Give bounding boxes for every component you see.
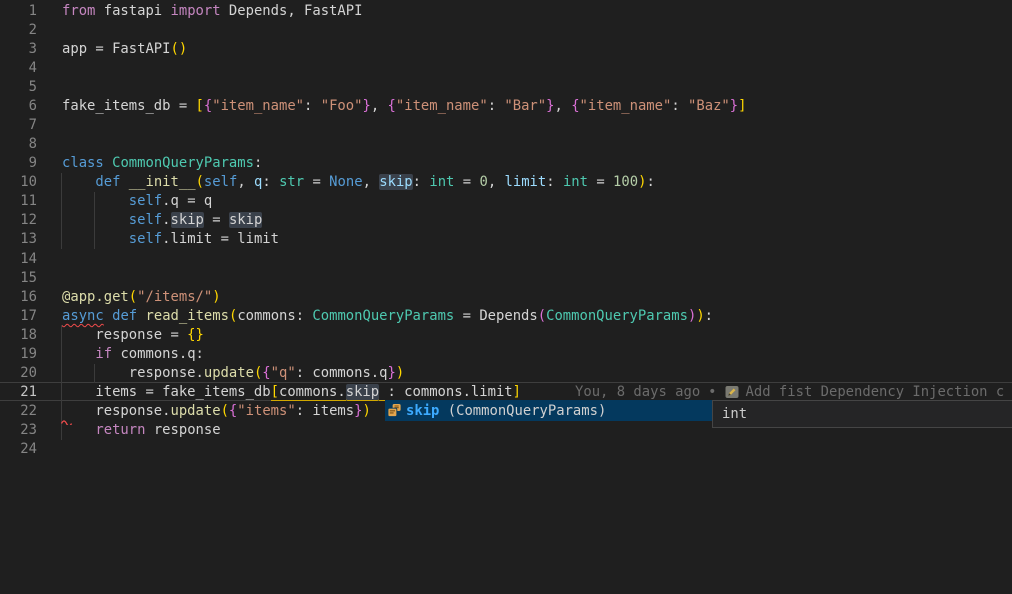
line-number-14[interactable]: 14 <box>0 251 37 267</box>
suggestion-doc-panel: int <box>712 400 1012 428</box>
code-text: async def read_items(commons: CommonQuer… <box>62 308 713 324</box>
suggestion-detail <box>439 403 447 419</box>
code-text: items = fake_items_db[commons.skip : com… <box>62 384 521 401</box>
code-line-10[interactable]: 10 def __init__(self, q: str = None, ski… <box>0 173 1012 192</box>
line-number-19[interactable]: 19 <box>0 346 37 362</box>
code-text: if commons.q: <box>62 346 204 362</box>
line-number-20[interactable]: 20 <box>0 365 37 381</box>
code-line-5[interactable]: 5 <box>0 77 1012 96</box>
line-number-7[interactable]: 7 <box>0 117 37 133</box>
line-number-15[interactable]: 15 <box>0 270 37 286</box>
line-number-1[interactable]: 1 <box>0 3 37 19</box>
code-line-19[interactable]: 19 if commons.q: <box>0 344 1012 363</box>
code-line-11[interactable]: 11 self.q = q <box>0 192 1012 211</box>
code-text: self.skip = skip <box>62 212 262 228</box>
suggestion-item-skip[interactable]: skip (CommonQueryParams) <box>385 400 712 421</box>
pencil-icon <box>725 385 739 399</box>
code-line-1[interactable]: 1 from fastapi import Depends, FastAPI <box>0 1 1012 20</box>
code-editor[interactable]: 1from fastapi import Depends, FastAPI23a… <box>0 0 1012 594</box>
code-text: self.limit = limit <box>62 231 279 247</box>
line-number-10[interactable]: 10 <box>0 174 37 190</box>
code-line-6[interactable]: 6 fake_items_db = [{"item_name": "Foo"}, … <box>0 96 1012 115</box>
code-text: response = {} <box>62 327 204 343</box>
code-line-3[interactable]: 3 app = FastAPI() <box>0 39 1012 58</box>
line-number-8[interactable]: 8 <box>0 136 37 152</box>
code-text: from fastapi import Depends, FastAPI <box>62 3 362 19</box>
blame-author-date: You, 8 days ago <box>575 384 700 400</box>
line-number-23[interactable]: 23 <box>0 422 37 438</box>
code-line-20[interactable]: 20 response.update({"q": commons.q}) <box>0 363 1012 382</box>
error-squiggle <box>61 413 72 429</box>
code-text: fake_items_db = [{"item_name": "Foo"}, {… <box>62 98 747 114</box>
line-number-2[interactable]: 2 <box>0 22 37 38</box>
code-text: return response <box>62 422 221 438</box>
blame-separator: • <box>708 384 716 400</box>
line-number-3[interactable]: 3 <box>0 41 37 57</box>
code-line-8[interactable]: 8 <box>0 135 1012 154</box>
code-text: app = FastAPI() <box>62 41 187 57</box>
code-line-12[interactable]: 12 self.skip = skip <box>0 211 1012 230</box>
code-text: @app.get("/items/") <box>62 289 221 305</box>
line-number-11[interactable]: 11 <box>0 193 37 209</box>
line-number-24[interactable]: 24 <box>0 441 37 457</box>
code-text: response.update({"q": commons.q}) <box>62 365 404 381</box>
code-line-13[interactable]: 13 self.limit = limit <box>0 230 1012 249</box>
line-number-13[interactable]: 13 <box>0 231 37 247</box>
code-text: self.q = q <box>62 193 212 209</box>
line-number-22[interactable]: 22 <box>0 403 37 419</box>
suggestion-signature: (CommonQueryParams) <box>448 403 607 419</box>
suggestion-doc-text: int <box>722 406 747 422</box>
line-number-5[interactable]: 5 <box>0 79 37 95</box>
line-number-12[interactable]: 12 <box>0 212 37 228</box>
git-blame-annotation: You, 8 days ago • Add fist Dependency Inje… <box>575 382 1004 401</box>
code-line-14[interactable]: 14 <box>0 249 1012 268</box>
code-line-4[interactable]: 4 <box>0 58 1012 77</box>
line-number-21[interactable]: 21 <box>0 384 37 400</box>
code-line-2[interactable]: 2 <box>0 20 1012 39</box>
code-line-9[interactable]: 9 class CommonQueryParams: <box>0 154 1012 173</box>
line-number-16[interactable]: 16 <box>0 289 37 305</box>
code-line-15[interactable]: 15 <box>0 268 1012 287</box>
line-number-9[interactable]: 9 <box>0 155 37 171</box>
code-line-18[interactable]: 18 response = {} <box>0 325 1012 344</box>
line-number-6[interactable]: 6 <box>0 98 37 114</box>
code-line-17[interactable]: 17 async def read_items(commons: CommonQu… <box>0 306 1012 325</box>
line-number-17[interactable]: 17 <box>0 308 37 324</box>
code-line-7[interactable]: 7 <box>0 115 1012 134</box>
code-line-24[interactable]: 24 <box>0 440 1012 459</box>
suggestion-label: skip <box>406 403 439 419</box>
field-icon <box>387 403 403 419</box>
line-number-4[interactable]: 4 <box>0 60 37 76</box>
code-line-16[interactable]: 16 @app.get("/items/") <box>0 287 1012 306</box>
line-number-18[interactable]: 18 <box>0 327 37 343</box>
code-text: def __init__(self, q: str = None, skip: … <box>62 174 655 190</box>
code-text: class CommonQueryParams: <box>62 155 262 171</box>
blame-message: Add fist Dependency Injection c <box>746 384 1005 400</box>
code-text: response.update({"items": items}) <box>62 403 371 419</box>
